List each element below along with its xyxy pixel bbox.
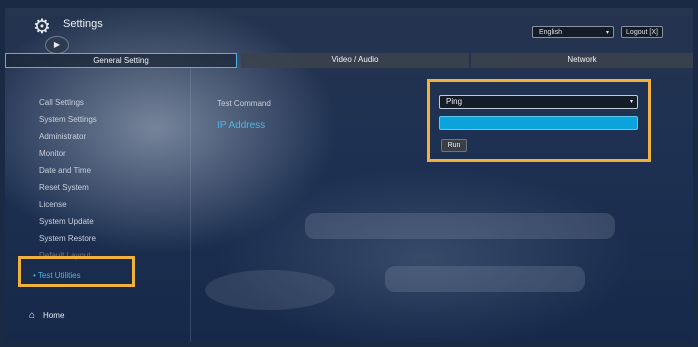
home-link[interactable]: ⌂ Home <box>29 310 64 321</box>
sidebar-item-monitor[interactable]: Monitor <box>39 149 66 158</box>
sidebar-item-system-update[interactable]: System Update <box>39 217 94 226</box>
highlight-box-test-panel <box>427 79 651 162</box>
settings-screen: ⚙ Settings ▶︎ English ▾ Logout [X] Gener… <box>5 8 693 342</box>
camera-off-icon[interactable]: ▶︎ <box>45 36 69 54</box>
logout-button[interactable]: Logout [X] <box>621 26 663 38</box>
top-bar: ⚙ Settings ▶︎ English ▾ Logout [X] <box>5 8 693 54</box>
sidebar-item-administrator[interactable]: Administrator <box>39 132 86 141</box>
chevron-down-icon: ▾ <box>605 30 609 36</box>
background-device-image <box>205 270 335 310</box>
tab-general-setting[interactable]: General Setting <box>5 53 237 68</box>
home-icon: ⌂ <box>29 310 36 321</box>
ip-address-label: IP Address <box>217 120 266 131</box>
language-value: English <box>539 29 562 36</box>
sidebar-item-date-and-time[interactable]: Date and Time <box>39 166 91 175</box>
page-title: Settings <box>63 18 103 30</box>
language-select[interactable]: English ▾ <box>532 26 614 38</box>
sidebar-item-license[interactable]: License <box>39 200 67 209</box>
tab-network[interactable]: Network <box>471 53 693 68</box>
test-command-label: Test Command <box>217 99 271 108</box>
gear-icon: ⚙ <box>33 16 51 38</box>
tab-video-audio[interactable]: Video / Audio <box>241 53 469 68</box>
highlight-box-sidebar <box>18 256 135 287</box>
sidebar-item-reset-system[interactable]: Reset System <box>39 183 89 192</box>
sidebar-item-system-restore[interactable]: System Restore <box>39 234 96 243</box>
home-label: Home <box>43 311 65 320</box>
sidebar-item-system-settings[interactable]: System Settings <box>39 115 97 124</box>
sidebar-item-call-settings[interactable]: Call Settings <box>39 98 84 107</box>
tab-bar: General Setting Video / Audio Network <box>5 53 693 68</box>
sidebar <box>5 68 191 342</box>
background-device-image <box>385 266 585 292</box>
background-device-image <box>305 213 615 239</box>
